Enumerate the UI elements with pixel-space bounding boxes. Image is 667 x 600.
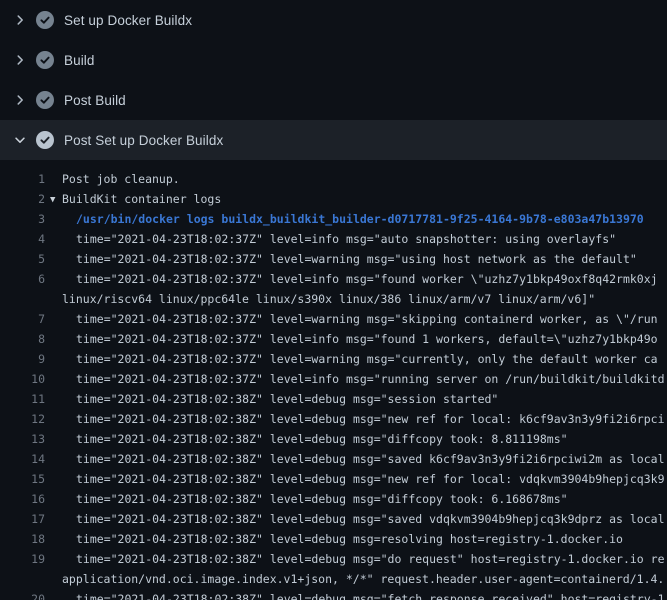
line-number[interactable]: 14 (0, 449, 45, 469)
line-number[interactable]: 8 (0, 329, 45, 349)
step-label: Set up Docker Buildx (64, 13, 192, 28)
log-line: 6 time="2021-04-23T18:02:37Z" level=info … (0, 269, 667, 289)
check-circle-icon (36, 51, 54, 69)
log-line: linux/riscv64 linux/ppc64le linux/s390x … (0, 289, 667, 309)
line-number[interactable]: 16 (0, 489, 45, 509)
log-text: time="2021-04-23T18:02:37Z" level=info m… (76, 229, 616, 249)
log-text: time="2021-04-23T18:02:38Z" level=debug … (76, 589, 665, 600)
line-number[interactable]: 1 (0, 169, 45, 189)
line-number[interactable]: 11 (0, 389, 45, 409)
line-number[interactable]: 9 (0, 349, 45, 369)
log-line: 7 time="2021-04-23T18:02:37Z" level=warni… (0, 309, 667, 329)
line-number[interactable]: 4 (0, 229, 45, 249)
line-number[interactable]: 10 (0, 369, 45, 389)
log-line: 15 time="2021-04-23T18:02:38Z" level=debu… (0, 469, 667, 489)
log-text: application/vnd.oci.image.index.v1+json,… (62, 569, 664, 589)
log-text: time="2021-04-23T18:02:37Z" level=warnin… (76, 249, 637, 269)
log-text: time="2021-04-23T18:02:37Z" level=warnin… (76, 309, 658, 329)
step-label: Build (64, 53, 95, 68)
line-number[interactable] (0, 289, 45, 309)
line-number[interactable]: 5 (0, 249, 45, 269)
log-text: time="2021-04-23T18:02:38Z" level=debug … (76, 489, 568, 509)
log-line: 11 time="2021-04-23T18:02:38Z" level=debu… (0, 389, 667, 409)
actions-log-viewer: Set up Docker Buildx Build Post Build (0, 0, 667, 600)
line-number[interactable]: 3 (0, 209, 45, 229)
step-list: Set up Docker Buildx Build Post Build (0, 0, 667, 160)
log-line: 18 time="2021-04-23T18:02:38Z" level=debu… (0, 529, 667, 549)
check-circle-icon (36, 131, 54, 149)
line-number[interactable] (0, 569, 45, 589)
log-text: time="2021-04-23T18:02:38Z" level=debug … (76, 469, 665, 489)
line-number[interactable]: 6 (0, 269, 45, 289)
check-circle-icon (36, 11, 54, 29)
log-group-label: BuildKit container logs (62, 192, 221, 206)
log-line: 13 time="2021-04-23T18:02:38Z" level=debu… (0, 429, 667, 449)
log-text: time="2021-04-23T18:02:37Z" level=warnin… (76, 349, 658, 369)
line-number[interactable]: 7 (0, 309, 45, 329)
step-row-post-set-up-docker-buildx[interactable]: Post Set up Docker Buildx (0, 120, 667, 160)
log-line: 8 time="2021-04-23T18:02:37Z" level=info … (0, 329, 667, 349)
group-expand-triangle-icon[interactable]: ▼ (50, 190, 62, 209)
step-row-set-up-docker-buildx[interactable]: Set up Docker Buildx (0, 0, 667, 40)
log-text: time="2021-04-23T18:02:38Z" level=debug … (76, 429, 568, 449)
log-line: 19 time="2021-04-23T18:02:38Z" level=debu… (0, 549, 667, 569)
check-circle-icon (36, 91, 54, 109)
step-label: Post Build (64, 93, 126, 108)
chevron-right-icon[interactable] (12, 92, 28, 108)
log-content: 1Post job cleanup.2▼BuildKit container l… (0, 160, 667, 600)
line-number[interactable]: 18 (0, 529, 45, 549)
line-number[interactable]: 15 (0, 469, 45, 489)
command-text: /usr/bin/docker logs buildx_buildkit_bui… (76, 209, 644, 229)
log-text: time="2021-04-23T18:02:38Z" level=debug … (76, 529, 623, 549)
log-line: 9 time="2021-04-23T18:02:37Z" level=warni… (0, 349, 667, 369)
line-number[interactable]: 12 (0, 409, 45, 429)
step-row-build[interactable]: Build (0, 40, 667, 80)
log-line: 3/usr/bin/docker logs buildx_buildkit_bu… (0, 209, 667, 229)
log-text: Post job cleanup. (62, 169, 180, 189)
chevron-down-icon[interactable] (12, 132, 28, 148)
line-number[interactable]: 20 (0, 589, 45, 600)
log-group-header: ▼BuildKit container logs (50, 189, 221, 209)
log-text: time="2021-04-23T18:02:38Z" level=debug … (76, 449, 665, 469)
log-text: time="2021-04-23T18:02:37Z" level=info m… (76, 369, 665, 389)
log-text: time="2021-04-23T18:02:38Z" level=debug … (76, 409, 665, 429)
log-text: time="2021-04-23T18:02:38Z" level=debug … (76, 549, 665, 569)
log-text: time="2021-04-23T18:02:37Z" level=info m… (76, 329, 658, 349)
log-text: time="2021-04-23T18:02:38Z" level=debug … (76, 509, 665, 529)
log-line: 16 time="2021-04-23T18:02:38Z" level=debu… (0, 489, 667, 509)
chevron-right-icon[interactable] (12, 12, 28, 28)
log-text: time="2021-04-23T18:02:38Z" level=debug … (76, 389, 498, 409)
line-number[interactable]: 19 (0, 549, 45, 569)
step-label: Post Set up Docker Buildx (64, 133, 223, 148)
log-text: time="2021-04-23T18:02:37Z" level=info m… (76, 269, 658, 289)
log-line: 4 time="2021-04-23T18:02:37Z" level=info … (0, 229, 667, 249)
log-line: 12 time="2021-04-23T18:02:38Z" level=debu… (0, 409, 667, 429)
log-line: 1 Post job cleanup. (0, 169, 667, 189)
log-line: 17 time="2021-04-23T18:02:38Z" level=debu… (0, 509, 667, 529)
log-text: linux/riscv64 linux/ppc64le linux/s390x … (62, 289, 595, 309)
log-line: 14 time="2021-04-23T18:02:38Z" level=debu… (0, 449, 667, 469)
log-line: 2▼BuildKit container logs (0, 189, 667, 209)
log-line: application/vnd.oci.image.index.v1+json,… (0, 569, 667, 589)
line-number[interactable]: 2 (0, 189, 45, 209)
chevron-right-icon[interactable] (12, 52, 28, 68)
log-line: 10 time="2021-04-23T18:02:37Z" level=info… (0, 369, 667, 389)
line-number[interactable]: 13 (0, 429, 45, 449)
log-line: 5 time="2021-04-23T18:02:37Z" level=warni… (0, 249, 667, 269)
log-line: 20 time="2021-04-23T18:02:38Z" level=debu… (0, 589, 667, 600)
line-number[interactable]: 17 (0, 509, 45, 529)
step-row-post-build[interactable]: Post Build (0, 80, 667, 120)
